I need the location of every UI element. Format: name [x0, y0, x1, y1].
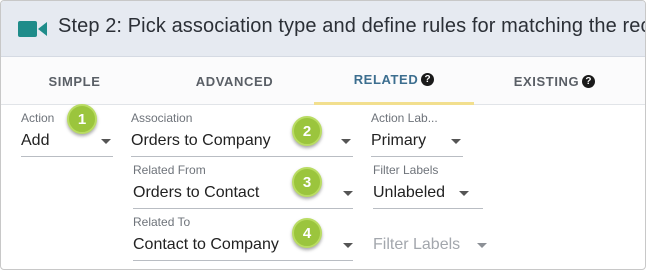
related-from-value: Orders to Contact	[133, 184, 260, 201]
filter-labels-placeholder: Filter Labels	[373, 236, 461, 253]
field-underline	[373, 208, 483, 209]
association-label: Association	[131, 111, 193, 125]
field-underline	[133, 208, 353, 209]
field-underline	[21, 156, 113, 157]
mode-tabs: SIMPLE ADVANCED RELATED ? EXISTING ?	[1, 57, 645, 105]
tab-advanced[interactable]: ADVANCED	[161, 57, 308, 105]
action-value: Add	[21, 132, 50, 149]
chevron-down-icon	[451, 139, 461, 144]
field-underline	[133, 260, 353, 261]
tab-advanced-label: ADVANCED	[195, 73, 274, 89]
field-underline	[131, 156, 353, 157]
chevron-down-icon	[341, 139, 351, 144]
action-label-select[interactable]: Action Lab... Primary	[371, 111, 463, 157]
step-badge-2: 2	[292, 116, 322, 146]
filter-labels-select[interactable]: Filter Labels Unlabeled	[373, 163, 483, 209]
step-badge-4: 4	[292, 218, 322, 248]
chevron-down-icon	[343, 191, 353, 196]
action-label: Action	[21, 111, 55, 125]
tab-related-label: RELATED	[353, 72, 419, 87]
tab-existing[interactable]: EXISTING ?	[481, 57, 628, 105]
action-label-value: Primary	[371, 132, 427, 149]
related-from-label: Related From	[133, 163, 206, 177]
wizard-panel: Step 2: Pick association type and define…	[0, 0, 646, 270]
filter-labels-label: Filter Labels	[373, 163, 439, 177]
video-camera-icon	[18, 21, 47, 37]
help-icon[interactable]: ?	[421, 73, 435, 86]
step-badge-3: 3	[292, 167, 322, 197]
filter-labels-select[interactable]: Filter Labels	[373, 215, 493, 261]
tab-simple[interactable]: SIMPLE	[1, 57, 148, 105]
action-label-label: Action Lab...	[371, 111, 438, 125]
related-to-value: Contact to Company	[133, 236, 279, 253]
chevron-down-icon	[101, 139, 111, 144]
step-title: Step 2: Pick association type and define…	[58, 15, 646, 37]
filter-labels-value: Unlabeled	[373, 184, 446, 201]
chevron-down-icon	[343, 243, 353, 248]
association-value: Orders to Company	[131, 132, 271, 149]
tab-related[interactable]: RELATED ?	[314, 57, 474, 105]
field-underline	[371, 156, 463, 157]
help-icon[interactable]: ?	[582, 74, 596, 88]
related-to-label: Related To	[133, 215, 191, 229]
step-header: Step 2: Pick association type and define…	[1, 1, 646, 57]
tab-existing-label: EXISTING	[513, 73, 580, 89]
tab-simple-label: SIMPLE	[48, 73, 101, 89]
chevron-down-icon	[459, 191, 469, 196]
chevron-down-icon	[477, 243, 487, 248]
step-badge-1: 1	[67, 104, 97, 134]
